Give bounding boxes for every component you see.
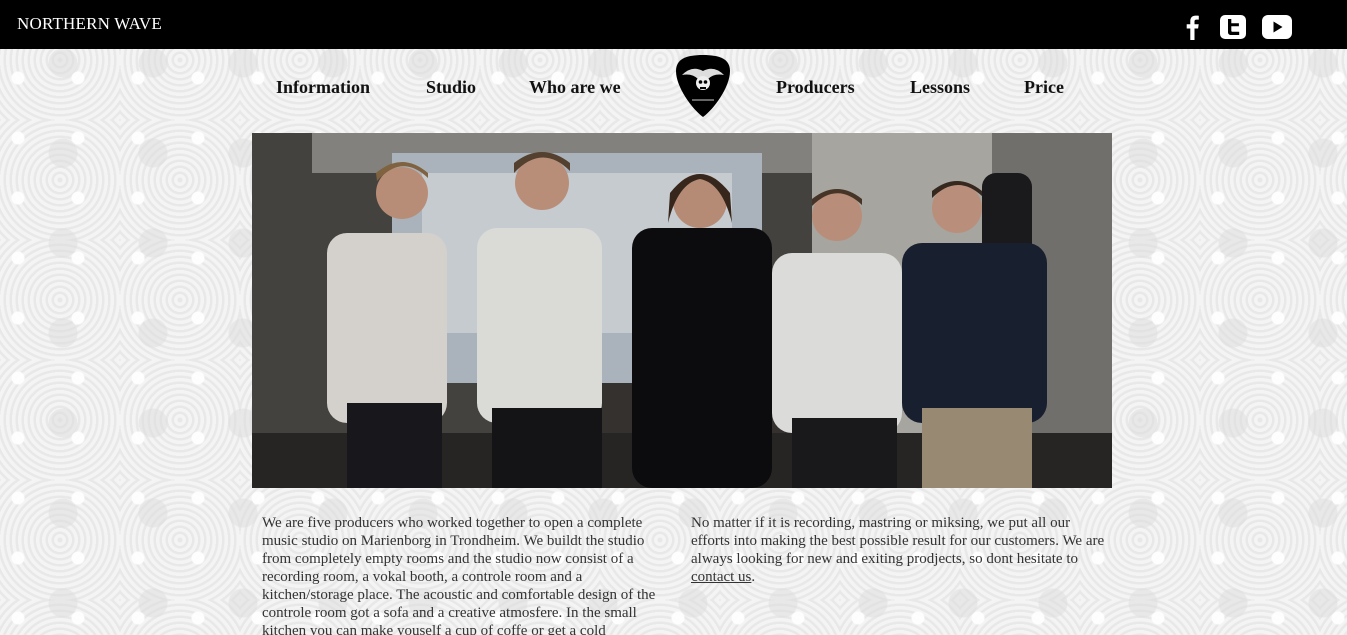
guitar-pick-logo-icon[interactable] xyxy=(674,53,732,119)
about-text-right-end: . xyxy=(751,569,756,585)
top-bar: NORTHERN WAVE xyxy=(0,0,1347,49)
about-text-left: We are five producers who worked togethe… xyxy=(262,515,656,635)
band-photo xyxy=(252,133,1112,488)
nav-who-are-we[interactable]: Who are we xyxy=(529,77,621,98)
twitter-icon[interactable] xyxy=(1219,13,1247,41)
nav-information[interactable]: Information xyxy=(276,77,370,98)
nav-price[interactable]: Price xyxy=(1024,77,1064,98)
nav-lessons[interactable]: Lessons xyxy=(910,77,970,98)
nav-producers[interactable]: Producers xyxy=(776,77,855,98)
contact-us-link[interactable]: contact us xyxy=(691,569,751,585)
facebook-icon[interactable] xyxy=(1179,13,1205,41)
about-text-right: No matter if it is recording, mastring o… xyxy=(691,514,1111,586)
about-text-right-body: No matter if it is recording, mastring o… xyxy=(691,515,1105,567)
youtube-icon[interactable] xyxy=(1261,13,1293,41)
nav-studio[interactable]: Studio xyxy=(426,77,476,98)
site-title[interactable]: NORTHERN WAVE xyxy=(17,14,162,34)
